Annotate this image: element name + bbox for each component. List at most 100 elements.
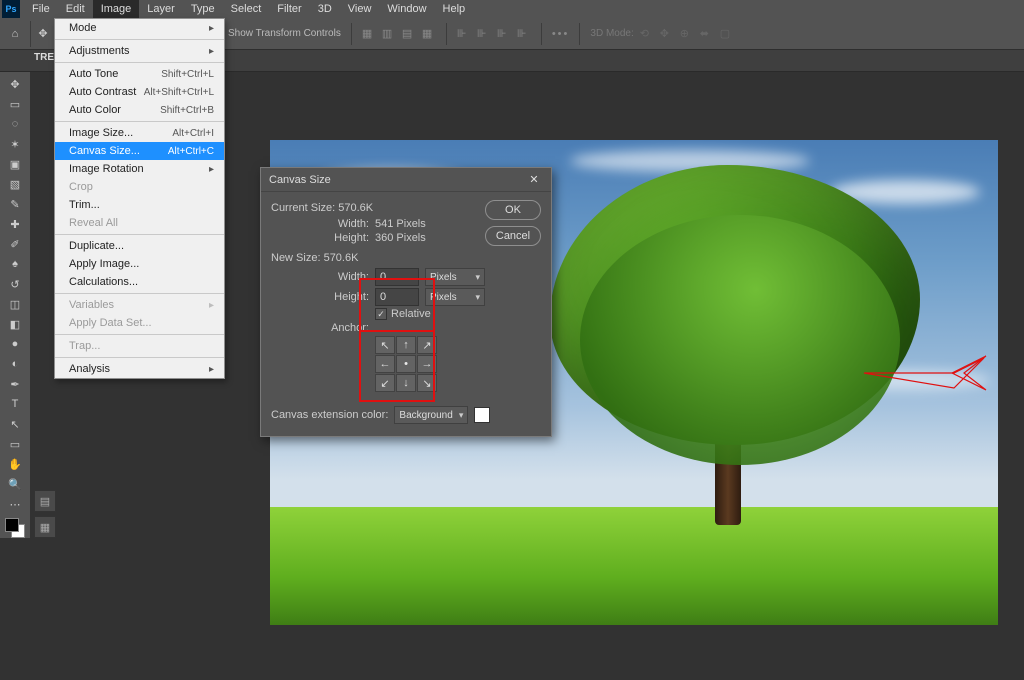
menu-item[interactable]: Analysis: [55, 360, 224, 378]
tool-path[interactable]: ↖: [2, 414, 28, 434]
menu-type[interactable]: Type: [183, 0, 223, 18]
tool-crop[interactable]: ▣: [2, 154, 28, 174]
anchor-label: Anchor:: [271, 322, 375, 334]
tool-hand[interactable]: ✋: [2, 454, 28, 474]
panel-icon[interactable]: ▦: [34, 516, 56, 538]
dist-icon[interactable]: ⊪: [477, 27, 491, 41]
relative-checkbox[interactable]: ✓: [375, 308, 387, 320]
dialog-title: Canvas Size: [269, 174, 331, 186]
anchor-ne[interactable]: ↗: [417, 336, 437, 354]
current-tool-icon[interactable]: ✥: [30, 21, 56, 47]
align-icon[interactable]: ▦: [422, 27, 436, 41]
menu-file[interactable]: File: [24, 0, 58, 18]
color-swatch[interactable]: [5, 518, 25, 538]
menu-item[interactable]: Calculations...: [55, 273, 224, 291]
canvas-size-dialog: Canvas Size ✕ OK Cancel Current Size: 57…: [260, 167, 552, 437]
align-icon[interactable]: ▥: [382, 27, 396, 41]
menu-3d[interactable]: 3D: [310, 0, 340, 18]
dist-icon[interactable]: ⊪: [457, 27, 471, 41]
home-icon[interactable]: ⌂: [6, 25, 24, 43]
panel-icon[interactable]: ▤: [34, 490, 56, 512]
tool-lasso[interactable]: ◌: [2, 114, 28, 134]
menu-item: Reveal All: [55, 214, 224, 232]
menu-image[interactable]: Image: [93, 0, 140, 18]
menu-item[interactable]: Auto ToneShift+Ctrl+L: [55, 65, 224, 83]
extension-color-select[interactable]: Background: [394, 406, 468, 424]
menu-item: Crop: [55, 178, 224, 196]
more-icon[interactable]: •••: [552, 28, 570, 40]
3d-icon[interactable]: ⟲: [640, 27, 654, 41]
menu-item[interactable]: Trim...: [55, 196, 224, 214]
tool-brush[interactable]: ✐: [2, 234, 28, 254]
menu-item[interactable]: Mode: [55, 19, 224, 37]
menu-item[interactable]: Image Rotation: [55, 160, 224, 178]
tool-frame[interactable]: ▧: [2, 174, 28, 194]
tool-zoom[interactable]: 🔍: [2, 474, 28, 494]
close-icon[interactable]: ✕: [525, 171, 543, 189]
3d-icon[interactable]: ⊕: [680, 27, 694, 41]
tool-marquee[interactable]: ▭: [2, 94, 28, 114]
tool-dodge[interactable]: ◐: [2, 354, 28, 374]
tool-more[interactable]: ⋯: [2, 494, 28, 514]
dialog-titlebar[interactable]: Canvas Size ✕: [261, 168, 551, 192]
width-unit-select[interactable]: Pixels: [425, 268, 485, 286]
anchor-center[interactable]: •: [396, 355, 416, 373]
menu-item: Variables: [55, 296, 224, 314]
grass: [270, 507, 998, 625]
3d-icon[interactable]: ⬌: [700, 27, 714, 41]
anchor-w[interactable]: ←: [375, 355, 395, 373]
tool-blur[interactable]: ●: [2, 334, 28, 354]
dist-icon[interactable]: ⊪: [517, 27, 531, 41]
transform-controls-label: Show Transform Controls: [228, 28, 341, 39]
anchor-sw[interactable]: ↙: [375, 374, 395, 392]
tool-shape[interactable]: ▭: [2, 434, 28, 454]
menu-item[interactable]: Duplicate...: [55, 237, 224, 255]
tool-eyedropper[interactable]: ✎: [2, 194, 28, 214]
menu-window[interactable]: Window: [379, 0, 434, 18]
menu-item[interactable]: Canvas Size...Alt+Ctrl+C: [55, 142, 224, 160]
3d-icon[interactable]: ✥: [660, 27, 674, 41]
app-icon: Ps: [2, 0, 20, 18]
menu-layer[interactable]: Layer: [139, 0, 183, 18]
tool-wand[interactable]: ✶: [2, 134, 28, 154]
anchor-se[interactable]: ↘: [417, 374, 437, 392]
tool-gradient[interactable]: ◧: [2, 314, 28, 334]
dist-icon[interactable]: ⊪: [497, 27, 511, 41]
new-width-input[interactable]: [375, 268, 419, 286]
cancel-button[interactable]: Cancel: [485, 226, 541, 246]
menu-item[interactable]: Auto ColorShift+Ctrl+B: [55, 101, 224, 119]
tool-move[interactable]: ✥: [2, 74, 28, 94]
tool-pen[interactable]: ✒: [2, 374, 28, 394]
menu-view[interactable]: View: [340, 0, 380, 18]
extension-color-label: Canvas extension color:: [271, 409, 388, 421]
menu-filter[interactable]: Filter: [269, 0, 309, 18]
collapsed-panels: ▤ ▦: [34, 490, 56, 538]
anchor-n[interactable]: ↑: [396, 336, 416, 354]
new-height-input[interactable]: [375, 288, 419, 306]
3d-icon[interactable]: ▢: [720, 27, 734, 41]
cur-width-value: 541 Pixels: [375, 218, 426, 230]
menu-item[interactable]: Apply Image...: [55, 255, 224, 273]
menu-item[interactable]: Image Size...Alt+Ctrl+I: [55, 124, 224, 142]
ok-button[interactable]: OK: [485, 200, 541, 220]
menu-edit[interactable]: Edit: [58, 0, 93, 18]
align-icon[interactable]: ▦: [362, 27, 376, 41]
cur-width-label: Width:: [271, 218, 375, 230]
tool-type[interactable]: T: [2, 394, 28, 414]
align-icon[interactable]: ▤: [402, 27, 416, 41]
tool-stamp[interactable]: ♠: [2, 254, 28, 274]
menu-item[interactable]: Auto ContrastAlt+Shift+Ctrl+L: [55, 83, 224, 101]
menu-item[interactable]: Adjustments: [55, 42, 224, 60]
menu-select[interactable]: Select: [223, 0, 270, 18]
anchor-grid[interactable]: ↖ ↑ ↗ ← • → ↙ ↓ ↘: [375, 336, 541, 392]
anchor-e[interactable]: →: [417, 355, 437, 373]
cur-height-label: Height:: [271, 232, 375, 244]
anchor-s[interactable]: ↓: [396, 374, 416, 392]
tool-healing[interactable]: ✚: [2, 214, 28, 234]
menu-help[interactable]: Help: [435, 0, 474, 18]
extension-color-swatch[interactable]: [474, 407, 490, 423]
anchor-nw[interactable]: ↖: [375, 336, 395, 354]
tool-history-brush[interactable]: ↺: [2, 274, 28, 294]
tool-eraser[interactable]: ◫: [2, 294, 28, 314]
height-unit-select[interactable]: Pixels: [425, 288, 485, 306]
